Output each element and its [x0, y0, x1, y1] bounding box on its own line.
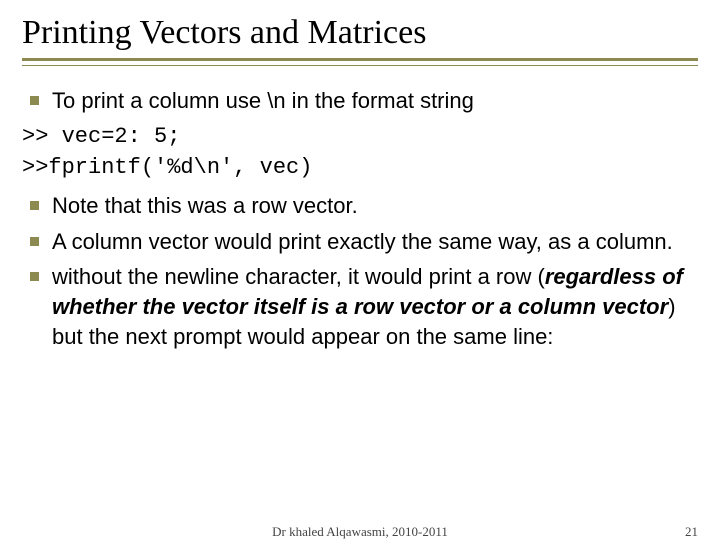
bullet-item: A column vector would print exactly the … [22, 227, 698, 257]
footer-author: Dr khaled Alqawasmi, 2010-2011 [0, 524, 720, 540]
bullet-item: To print a column use \n in the format s… [22, 86, 698, 116]
bullets-top: To print a column use \n in the format s… [22, 86, 698, 116]
title-rule [22, 58, 698, 66]
slide-title: Printing Vectors and Matrices [22, 14, 698, 52]
code-line: >>fprintf('%d\n', vec) [22, 153, 698, 183]
bullet-item: without the newline character, it would … [22, 262, 698, 351]
slide-content: To print a column use \n in the format s… [22, 86, 698, 352]
code-line: >> vec=2: 5; [22, 122, 698, 152]
bullet-item: Note that this was a row vector. [22, 191, 698, 221]
bullet-text-prefix: without the newline character, it would … [52, 264, 545, 289]
bullet-text: A column vector would print exactly the … [52, 229, 673, 254]
bullet-text: Note that this was a row vector. [52, 193, 358, 218]
bullets-bottom: Note that this was a row vector. A colum… [22, 191, 698, 351]
slide: Printing Vectors and Matrices To print a… [0, 0, 720, 540]
footer-page-number: 21 [685, 524, 698, 540]
bullet-text: To print a column use \n in the format s… [52, 88, 474, 113]
